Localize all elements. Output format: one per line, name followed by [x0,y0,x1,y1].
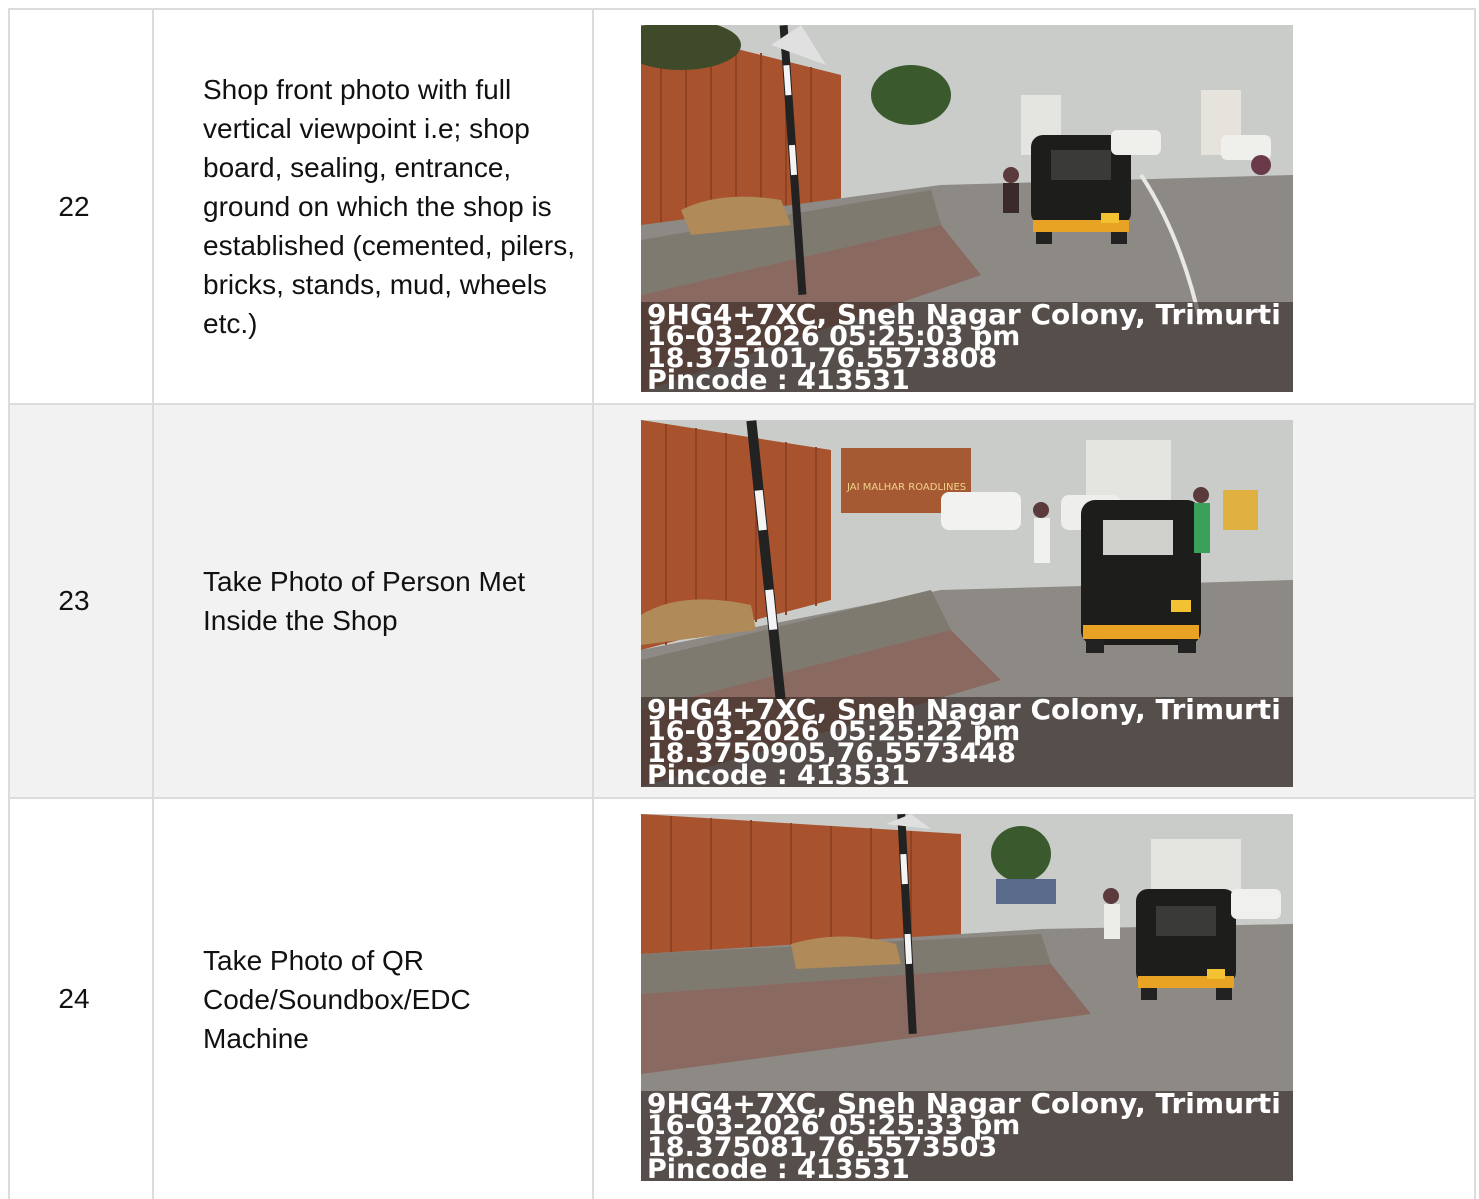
table-row: 23 Take Photo of Person Met Inside the S… [10,405,1474,799]
report-table: 22 Shop front photo with full vertical v… [8,8,1476,1199]
person-met-photo[interactable]: JAI MALHAR ROADLINES 9HG4+7XC, Sneh Naga… [641,420,1293,787]
table-row: 22 Shop front photo with full vertical v… [10,10,1474,405]
table-row: 24 Take Photo of QR Code/Soundbox/EDC Ma… [10,799,1474,1199]
row-number: 24 [10,799,154,1199]
row-number: 23 [10,405,154,797]
svg-text:JAI MALHAR ROADLINES: JAI MALHAR ROADLINES [846,482,966,493]
qr-code-photo[interactable]: 9HG4+7XC, Sneh Nagar Colony, Trimurti 16… [641,814,1293,1181]
row-description: Take Photo of QR Code/Soundbox/EDC Machi… [154,799,594,1199]
photo-cell: JAI MALHAR ROADLINES 9HG4+7XC, Sneh Naga… [594,405,1474,797]
row-number: 22 [10,10,154,403]
geo-timestamp-stamp: 9HG4+7XC, Sneh Nagar Colony, Trimurti 16… [641,301,1293,392]
row-description: Shop front photo with full vertical view… [154,10,594,403]
row-description: Take Photo of Person Met Inside the Shop [154,405,594,797]
photo-cell: 9HG4+7XC, Sneh Nagar Colony, Trimurti 16… [594,799,1474,1199]
geo-timestamp-stamp: 9HG4+7XC, Sneh Nagar Colony, Trimurti 16… [641,696,1293,787]
geo-timestamp-stamp: 9HG4+7XC, Sneh Nagar Colony, Trimurti 16… [641,1090,1293,1181]
photo-cell: 9HG4+7XC, Sneh Nagar Colony, Trimurti 16… [594,10,1474,403]
shop-front-photo[interactable]: 9HG4+7XC, Sneh Nagar Colony, Trimurti 16… [641,25,1293,392]
